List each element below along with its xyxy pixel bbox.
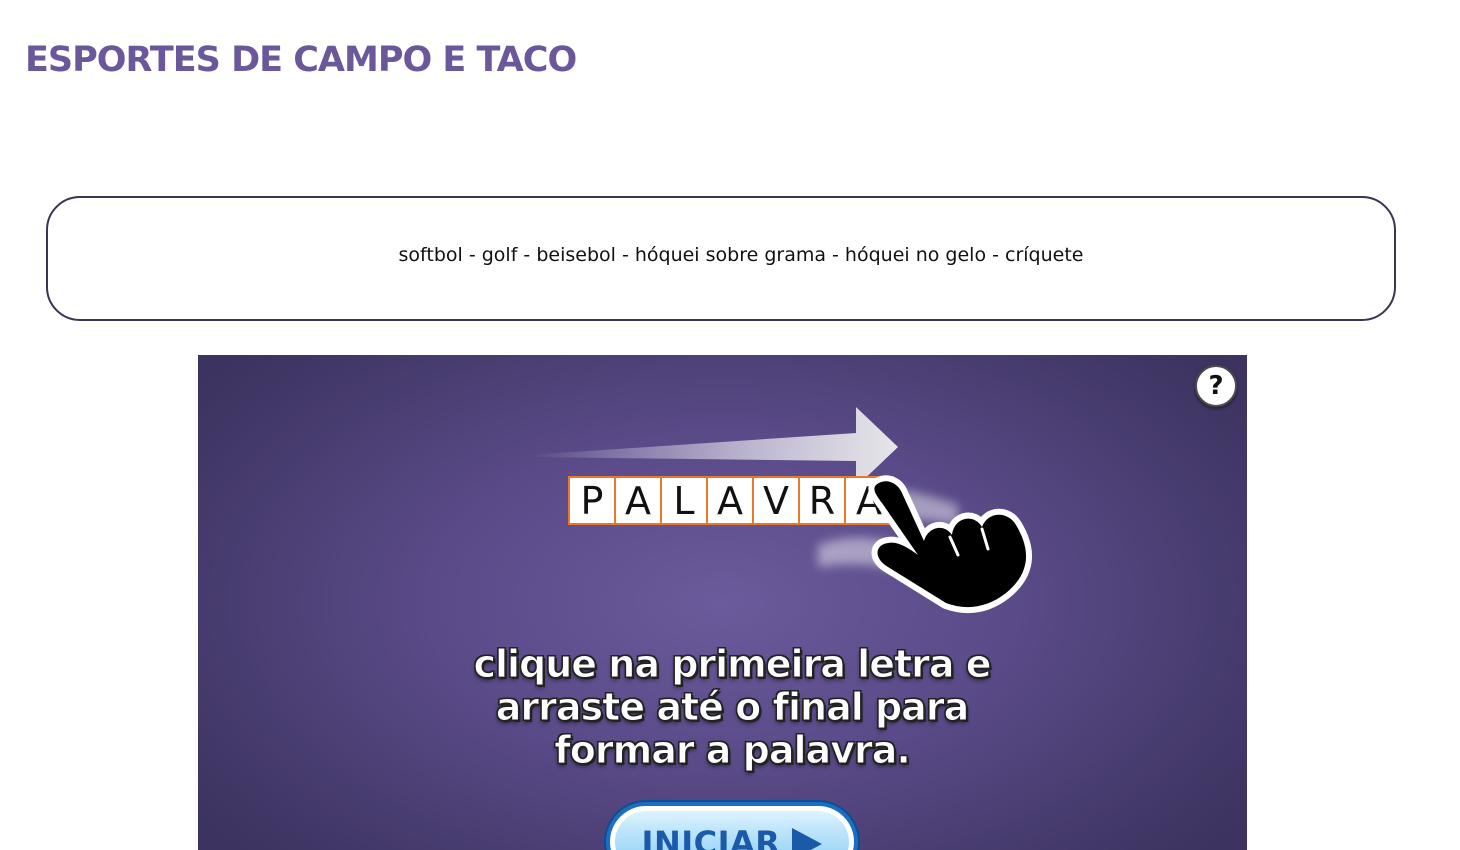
game-stage[interactable]: P A L A V R A ? clique na primeira letra… (198, 355, 1247, 850)
play-icon (792, 828, 823, 850)
instruction-line: arraste até o final para (495, 685, 969, 729)
instruction-text: clique na primeira letra e arraste até o… (422, 642, 1042, 772)
word-bank-box: softbol - golf - beisebol - hóquei sobre… (46, 196, 1396, 321)
pointing-hand-icon (868, 475, 1032, 614)
help-icon: ? (1208, 371, 1224, 401)
start-button-label: INICIAR (641, 824, 781, 850)
instruction-line: formar a palavra. (554, 728, 912, 772)
page-title: ESPORTES DE CAMPO E TACO (25, 40, 577, 80)
instruction-line: clique na primeira letra e (473, 642, 992, 686)
word-bank-list: softbol - golf - beisebol - hóquei sobre… (398, 243, 1084, 266)
help-button[interactable]: ? (1195, 365, 1237, 407)
start-button[interactable]: INICIAR (606, 802, 858, 850)
